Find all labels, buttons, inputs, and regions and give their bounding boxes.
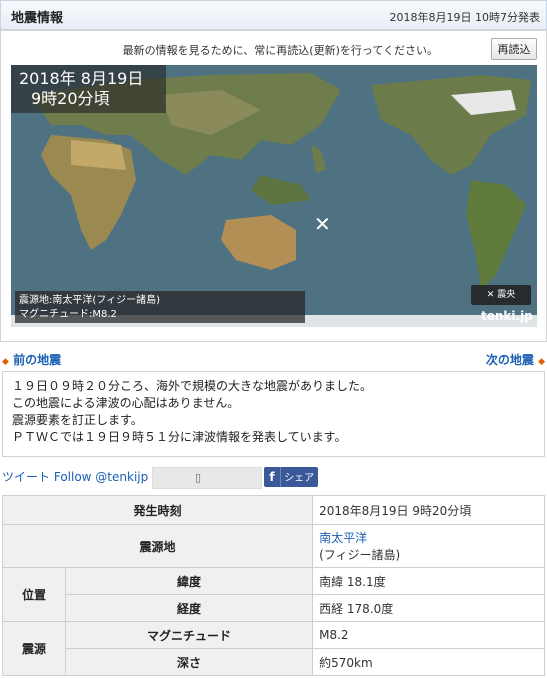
depth-value: 約570km [312,648,545,676]
prev-earthquake-label[interactable]: 前の地震 [13,353,61,367]
map-epicenter-text: 震源地:南太平洋(フィジー諸島) [19,295,160,306]
lat-label: 緯度 [64,567,314,595]
message-line: この地震による津波の心配はありません。 [12,396,240,410]
table-row: 震源地 南太平洋 (フィジー諸島) [1,524,545,568]
loading-icon: ▯ [195,471,202,484]
time-value: 2018年8月19日 9時20分頃 [312,495,545,525]
position-label: 位置 [2,567,66,622]
earthquake-details-table: 発生時刻 2018年8月19日 9時20分頃 震源地 南太平洋 (フィジー諸島)… [1,495,545,676]
epicenter-sub: (フィジー諸島) [319,548,401,562]
reload-button[interactable]: 再読込 [491,38,537,60]
lon-value: 西経 178.0度 [312,594,545,622]
arrow-left-icon: ◆ [2,357,9,367]
event-date: 2018年 8月19日 [19,69,144,88]
page-title: 地震情報 [11,11,64,26]
share-label: シェア [284,473,315,484]
next-earthquake-link[interactable]: 次の地震 ◆ [486,351,545,368]
epicenter-label: 震源地 [1,524,314,568]
social-links: ツイート Follow @tenkijp [2,468,148,485]
event-time: 9時20分頃 [31,89,110,108]
earthquake-message: １９日０９時２０分ころ、海外で規模の大きな地震がありました。 この地震による津波… [2,371,545,457]
lon-label: 経度 [64,594,314,622]
tweet-link[interactable]: ツイート [2,470,50,484]
facebook-icon: f [264,467,281,487]
event-datetime-overlay: 2018年 8月19日 9時20分頃 [11,65,166,113]
source-label: 震源 [2,621,66,676]
tenki-logo: tenki.jp [481,309,533,323]
magnitude-value: M8.2 [312,621,545,649]
table-row: 経度 西経 178.0度 [3,594,545,622]
table-row: 震源 マグニチュード M8.2 [2,621,545,676]
epicenter-value: 南太平洋 (フィジー諸島) [312,524,545,568]
lat-value: 南緯 18.1度 [312,567,545,595]
map-info-overlay: 震源地:南太平洋(フィジー諸島) マグニチュード:M8.2 [15,291,305,323]
issued-time: 2018年8月19日 10時7分発表 [389,11,540,24]
time-label: 発生時刻 [1,495,314,525]
table-row: 発生時刻 2018年8月19日 9時20分頃 [1,495,545,525]
arrow-right-icon: ◆ [538,357,545,367]
depth-label: 深さ [64,648,314,676]
map-magnitude-text: マグニチュード:M8.2 [19,309,117,320]
table-row: 深さ 約570km [3,648,545,676]
page-header: 地震情報 2018年8月19日 10時7分発表 [0,0,547,30]
epicenter-legend: ✕ 震央 [471,285,531,305]
facebook-share-button[interactable]: f シェア [264,467,318,487]
table-row: 位置 緯度 南緯 18.1度 [2,567,545,622]
message-line: 震源要素を訂正します。 [12,413,143,427]
epicenter-marker-icon: ✕ [314,212,331,236]
google-plus-button[interactable]: ▯ [152,467,262,489]
refresh-notice: 最新の情報を見るために、常に再読込(更新)を行ってください。 [122,44,438,57]
next-earthquake-label[interactable]: 次の地震 [486,353,534,367]
message-line: １９日０９時２０分ころ、海外で規模の大きな地震がありました。 [12,379,373,393]
earthquake-map: 2018年 8月19日 9時20分頃 ✕ 震源地:南太平洋(フィジー諸島) マグ… [11,65,537,327]
prev-earthquake-link[interactable]: ◆ 前の地震 [2,351,61,368]
follow-link[interactable]: Follow @tenkijp [54,470,148,484]
magnitude-label: マグニチュード [64,621,314,649]
message-line: ＰＴＷＣでは１９日９時５１分に津波情報を発表しています。 [12,430,347,444]
epicenter-link[interactable]: 南太平洋 [319,531,367,545]
